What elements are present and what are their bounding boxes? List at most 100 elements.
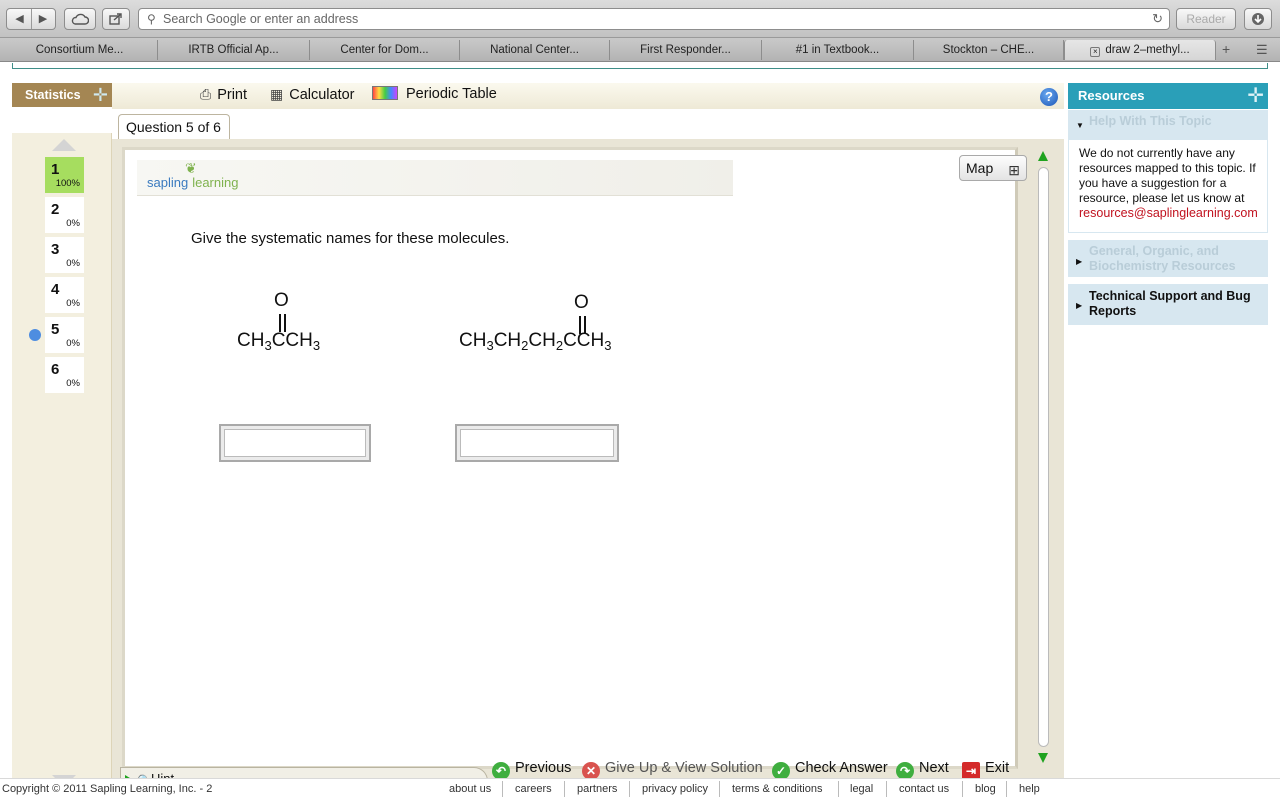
answer-input-1[interactable] — [224, 429, 366, 457]
scroll-down-arrow-icon[interactable] — [1038, 753, 1048, 763]
question-score: 0% — [66, 258, 80, 269]
question-item-3[interactable]: 3 0% — [45, 237, 84, 275]
vertical-scrollbar[interactable] — [1036, 147, 1050, 763]
tech-support-label: Technical Support and Bug Reports — [1089, 289, 1251, 318]
sapling-logo: sapling learning — [147, 175, 238, 190]
tab-draw-methyl[interactable]: × draw 2–methyl... — [1064, 40, 1216, 60]
tab-center-dom[interactable]: Center for Dom... — [310, 40, 460, 60]
footer-link-contact[interactable]: contact us — [899, 783, 949, 795]
icloud-tabs-button[interactable] — [64, 8, 96, 30]
footer-link-partners[interactable]: partners — [577, 783, 617, 795]
answer-input-2[interactable] — [460, 429, 614, 457]
browser-toolbar: ◀▶ ⚲ ↻ Reader — [0, 0, 1280, 38]
footer-link-blog[interactable]: blog — [975, 783, 996, 795]
reload-icon[interactable]: ↻ — [1152, 11, 1163, 27]
molecule-acetone: O CH3CCH3 — [237, 290, 357, 360]
downloads-button[interactable] — [1244, 8, 1272, 30]
tab-national-center[interactable]: National Center... — [460, 40, 610, 60]
formula-part: CCH — [563, 330, 605, 351]
resources-header: Resources ✛ — [1068, 83, 1268, 109]
sapling-page: Statistics ✛ ❦ ⎙Print ▦Calculator Period… — [0, 63, 1280, 800]
nav-button-group: ◀ ▶ — [6, 8, 56, 30]
expand-triangle-icon: ▶ — [1076, 301, 1083, 310]
question-item-2[interactable]: 2 0% — [45, 197, 84, 235]
question-score: 100% — [55, 178, 80, 189]
molecule-formula: CH3CCH3 — [237, 330, 321, 353]
close-icon[interactable]: × — [1090, 47, 1101, 57]
tab-first-responder[interactable]: First Responder... — [610, 40, 762, 60]
calculator-button[interactable]: ▦ Calculator — [270, 86, 355, 103]
next-label: Next — [919, 760, 949, 776]
cloud-icon — [71, 13, 90, 25]
previous-button[interactable]: ↶ Previous — [492, 760, 571, 780]
periodic-table-button[interactable]: Periodic Table — [372, 86, 497, 102]
map-button[interactable]: Map ⊞ — [959, 155, 1027, 181]
tab-irtb[interactable]: IRTB Official Ap... — [158, 40, 310, 60]
resources-panel: Resources ✛ ▼ Help With This Topic We do … — [1068, 83, 1268, 328]
give-up-button[interactable]: ✕ Give Up & View Solution — [582, 760, 763, 780]
footer-separator — [962, 781, 963, 797]
tab-stockton[interactable]: Stockton – CHE... — [914, 40, 1064, 60]
oxygen-atom: O — [574, 292, 589, 313]
tab-list-icon[interactable]: ☰ — [1256, 42, 1268, 58]
footer-separator — [838, 781, 839, 797]
expand-triangle-icon: ▶ — [1076, 257, 1083, 266]
search-icon: ⚲ — [147, 12, 156, 26]
answer-box-1 — [219, 424, 371, 462]
question-item-6[interactable]: 6 0% — [45, 357, 84, 395]
formula-part: CH — [459, 330, 487, 351]
calculator-icon: ▦ — [270, 86, 284, 102]
page-footer: Copyright © 2011 Sapling Learning, Inc. … — [0, 778, 1280, 800]
tab-textbook[interactable]: #1 in Textbook... — [762, 40, 914, 60]
print-label: Print — [217, 87, 248, 103]
question-item-5[interactable]: 5 0% — [45, 317, 84, 355]
molecule-formula: CH3CH2CH2CCH3 — [459, 330, 611, 353]
question-number: 4 — [51, 281, 60, 298]
gob-resources-section[interactable]: ▶ General, Organic, and Biochemistry Reso… — [1068, 239, 1268, 277]
question-number: 5 — [51, 321, 60, 338]
print-button[interactable]: ⎙ Print — [200, 86, 247, 103]
next-button[interactable]: ↷ Next — [896, 760, 949, 780]
tab-bar: Consortium Me... IRTB Official Ap... Cen… — [0, 38, 1280, 62]
tech-support-section[interactable]: ▶ Technical Support and Bug Reports — [1068, 283, 1268, 325]
formula-part: CH — [528, 330, 556, 351]
formula-subscript: 3 — [312, 338, 321, 353]
exit-button[interactable]: ⇥ Exit — [962, 760, 1009, 780]
footer-separator — [719, 781, 720, 797]
expand-icon[interactable]: ✛ — [93, 83, 108, 107]
check-answer-button[interactable]: ✓ Check Answer — [772, 760, 888, 780]
footer-link-terms[interactable]: terms & conditions — [732, 783, 822, 795]
formula-part: CCH — [271, 330, 313, 351]
question-item-1[interactable]: 1 100% — [45, 157, 84, 195]
forward-icon[interactable]: ▶ — [31, 9, 54, 29]
footer-link-privacy[interactable]: privacy policy — [642, 783, 708, 795]
reader-button[interactable]: Reader — [1176, 8, 1236, 30]
current-question-indicator — [29, 329, 41, 341]
back-icon[interactable]: ◀ — [8, 9, 31, 29]
footer-separator — [886, 781, 887, 797]
expand-icon[interactable]: ✛ — [1247, 83, 1264, 109]
statistics-bar[interactable]: Statistics ✛ — [12, 83, 112, 107]
footer-link-legal[interactable]: legal — [850, 783, 873, 795]
footer-link-careers[interactable]: careers — [515, 783, 552, 795]
tab-consortium[interactable]: Consortium Me... — [2, 40, 158, 60]
scroll-up-arrow-icon[interactable] — [1038, 151, 1048, 161]
copyright-text: Copyright © 2011 Sapling Learning, Inc. … — [2, 783, 213, 795]
footer-link-about[interactable]: about us — [449, 783, 491, 795]
footer-link-help[interactable]: help — [1019, 783, 1040, 795]
new-tab-icon[interactable]: + — [1222, 41, 1230, 57]
scroll-track[interactable] — [1038, 167, 1049, 747]
resources-email-link[interactable]: resources@saplinglearning.com — [1079, 206, 1258, 220]
sitemap-icon: ⊞ — [1008, 162, 1020, 178]
question-item-4[interactable]: 4 0% — [45, 277, 84, 315]
tools-bar: ⎙ Print ▦ Calculator Periodic Table — [112, 83, 1064, 109]
help-topic-section[interactable]: ▼ Help With This Topic — [1068, 109, 1268, 139]
top-divider — [12, 63, 1268, 69]
question-number: 3 — [51, 241, 60, 258]
calculator-label: Calculator — [289, 87, 355, 103]
share-button[interactable] — [102, 8, 130, 30]
help-icon[interactable]: ? — [1040, 88, 1058, 106]
check-answer-label: Check Answer — [795, 760, 888, 776]
scroll-up-icon[interactable] — [52, 139, 76, 151]
address-input[interactable] — [163, 11, 1123, 27]
